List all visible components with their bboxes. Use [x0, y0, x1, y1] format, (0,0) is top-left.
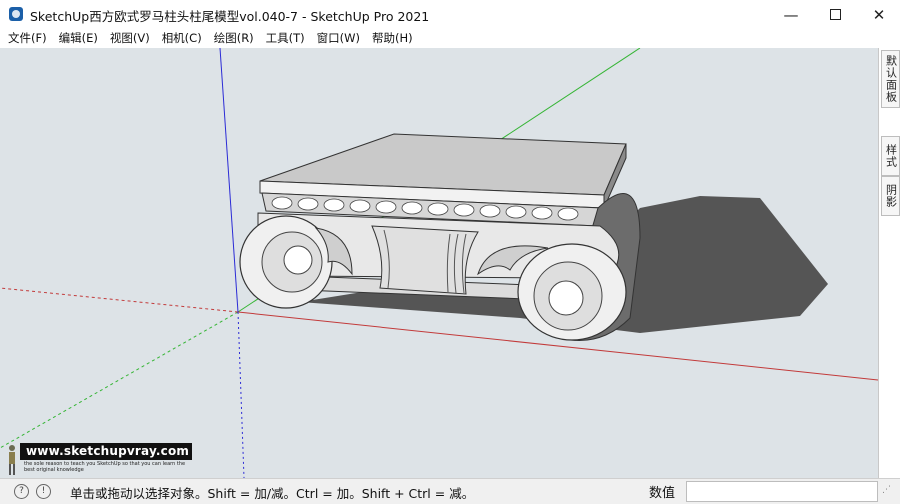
measurements-label: 数值 [649, 486, 676, 501]
title-bar: SketchUp西方欧式罗马柱头柱尾模型vol.040-7 - SketchUp… [0, 0, 900, 29]
maximize-button[interactable] [812, 0, 858, 29]
tray-panel: 默认面板 样式 阴影 [878, 48, 900, 478]
tray-tab-styles[interactable]: 样式 [881, 136, 900, 176]
close-button[interactable]: ✕ [856, 0, 900, 29]
menu-camera[interactable]: 相机(C) [156, 29, 208, 48]
status-bar: ? ! 单击或拖动以选择对象。Shift = 加/减。Ctrl = 加。Shif… [0, 478, 900, 504]
right-volute-eye [548, 280, 584, 316]
left-volute-eye [283, 245, 313, 275]
sketchup-logo-icon[interactable] [9, 7, 23, 21]
tray-tab-shadows[interactable]: 阴影 [881, 176, 900, 216]
watermark-site-url: www.sketchupvray.com [20, 443, 192, 460]
resize-grip-icon[interactable]: ⋰ [882, 485, 891, 495]
model-viewport[interactable] [0, 48, 878, 478]
site-watermark: www.sketchupvray.com the sole reason to … [0, 440, 196, 478]
green-axis-dashed [0, 311, 239, 449]
maximize-icon [829, 9, 841, 20]
tray-tab-default[interactable]: 默认面板 [881, 50, 900, 108]
minimize-button[interactable]: — [768, 0, 814, 29]
menu-view[interactable]: 视图(V) [104, 29, 156, 48]
menu-window[interactable]: 窗口(W) [311, 29, 366, 48]
measurements-input[interactable] [686, 481, 878, 502]
person-figure-icon [9, 445, 15, 475]
watermark-tagline: the sole reason to teach you SketchUp so… [24, 461, 186, 473]
info-icon[interactable]: ! [36, 484, 51, 499]
window-title: SketchUp西方欧式罗马柱头柱尾模型vol.040-7 - SketchUp… [30, 9, 430, 24]
status-hint: 单击或拖动以选择对象。Shift = 加/减。Ctrl = 加。Shift + … [70, 486, 475, 501]
blue-axis-dashed [237, 311, 245, 478]
blue-axis [219, 48, 239, 313]
menu-bar: 文件(F) 编辑(E) 视图(V) 相机(C) 绘图(R) 工具(T) 窗口(W… [0, 29, 900, 48]
menu-edit[interactable]: 编辑(E) [53, 29, 104, 48]
red-axis-dashed [0, 287, 239, 313]
geolocation-icon[interactable]: ? [14, 484, 29, 499]
viewport-canvas [0, 48, 878, 478]
menu-draw[interactable]: 绘图(R) [208, 29, 260, 48]
menu-help[interactable]: 帮助(H) [366, 29, 419, 48]
menu-file[interactable]: 文件(F) [0, 29, 53, 48]
menu-tools[interactable]: 工具(T) [260, 29, 311, 48]
